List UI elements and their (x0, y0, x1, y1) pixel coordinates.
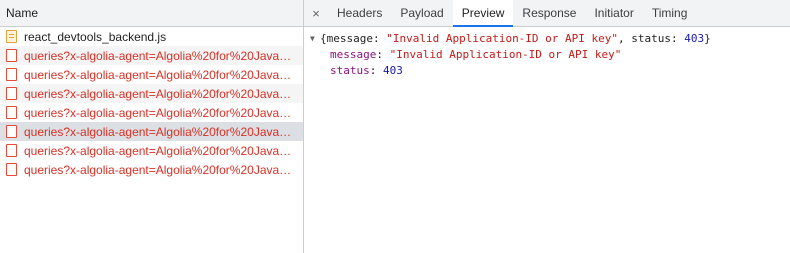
failed-request-icon (6, 106, 17, 119)
summary-message-value: "Invalid Application-ID or API key" (386, 32, 619, 45)
tab-response[interactable]: Response (513, 0, 585, 26)
failed-request-icon (6, 87, 17, 100)
request-row-algolia-query-7[interactable]: queries?x-algolia-agent=Algolia%20for%20… (0, 160, 303, 179)
request-row-algolia-query-6[interactable]: queries?x-algolia-agent=Algolia%20for%20… (0, 141, 303, 160)
request-row-algolia-query-3[interactable]: queries?x-algolia-agent=Algolia%20for%20… (0, 84, 303, 103)
key-separator: : (376, 48, 390, 61)
json-property-status[interactable]: status: 403 (310, 63, 790, 79)
request-name: queries?x-algolia-agent=Algolia%20for%20… (24, 143, 299, 158)
failed-request-icon (6, 125, 17, 138)
request-row-algolia-query-1[interactable]: queries?x-algolia-agent=Algolia%20for%20… (0, 46, 303, 65)
json-preview: ▼ {message: "Invalid Application-ID or A… (304, 27, 790, 79)
property-key: message (330, 48, 377, 61)
failed-request-icon (6, 163, 17, 176)
failed-request-icon (6, 49, 17, 62)
json-root-object[interactable]: ▼ {message: "Invalid Application-ID or A… (310, 31, 790, 47)
request-name: queries?x-algolia-agent=Algolia%20for%20… (24, 86, 299, 101)
detail-tab-bar: × Headers Payload Preview Response Initi… (304, 0, 790, 27)
failed-request-icon (6, 68, 17, 81)
request-name: queries?x-algolia-agent=Algolia%20for%20… (24, 124, 299, 139)
request-row-algolia-query-4[interactable]: queries?x-algolia-agent=Algolia%20for%20… (0, 103, 303, 122)
request-name: queries?x-algolia-agent=Algolia%20for%20… (24, 48, 299, 63)
request-row-algolia-query-2[interactable]: queries?x-algolia-agent=Algolia%20for%20… (0, 65, 303, 84)
summary-mid: , status: (618, 32, 685, 45)
object-summary: {message: "Invalid Application-ID or API… (320, 31, 711, 47)
request-name: queries?x-algolia-agent=Algolia%20for%20… (24, 105, 299, 120)
tab-initiator[interactable]: Initiator (585, 0, 642, 26)
summary-status-value: 403 (684, 32, 705, 45)
request-row-algolia-query-5-selected[interactable]: queries?x-algolia-agent=Algolia%20for%20… (0, 122, 303, 141)
json-property-message[interactable]: message: "Invalid Application-ID or API … (310, 47, 790, 63)
request-name: queries?x-algolia-agent=Algolia%20for%20… (24, 162, 299, 177)
property-value: "Invalid Application-ID or API key" (389, 48, 622, 61)
close-icon[interactable]: × (304, 0, 328, 26)
request-list-pane: Name react_devtools_backend.js queries?x… (0, 0, 303, 253)
property-key: status (330, 64, 370, 77)
tab-headers[interactable]: Headers (328, 0, 391, 26)
tab-timing[interactable]: Timing (643, 0, 697, 26)
tab-payload[interactable]: Payload (391, 0, 452, 26)
request-name: queries?x-algolia-agent=Algolia%20for%20… (24, 67, 299, 82)
expand-triangle-icon[interactable]: ▼ (310, 31, 320, 47)
request-detail-pane: × Headers Payload Preview Response Initi… (304, 0, 790, 253)
key-separator: : (369, 64, 383, 77)
script-file-icon (6, 30, 17, 43)
request-name: react_devtools_backend.js (24, 29, 167, 44)
property-value: 403 (383, 64, 403, 77)
request-row-react-devtools-backend[interactable]: react_devtools_backend.js (0, 27, 303, 46)
summary-open: {message: (320, 32, 387, 45)
tab-preview[interactable]: Preview (452, 0, 514, 27)
summary-close: } (704, 32, 711, 45)
name-column-header[interactable]: Name (0, 0, 303, 27)
failed-request-icon (6, 144, 17, 157)
